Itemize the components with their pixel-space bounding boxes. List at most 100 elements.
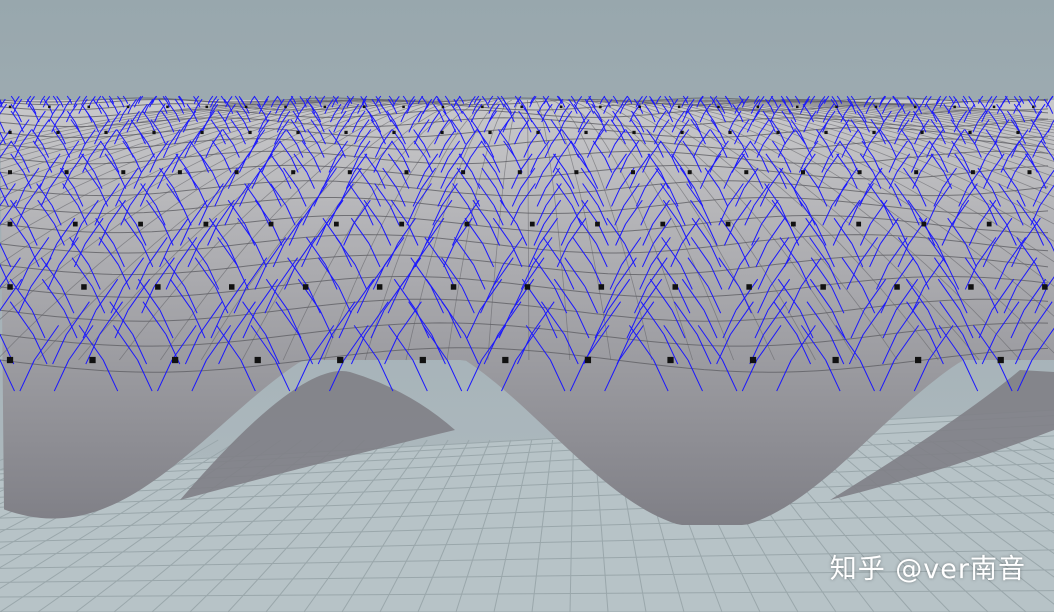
point-marker [152, 130, 156, 135]
point-marker [894, 284, 900, 290]
point-marker [177, 170, 182, 175]
point-marker [914, 105, 917, 109]
point-marker [450, 284, 457, 290]
point-marker [502, 356, 509, 364]
point-marker [968, 130, 972, 135]
point-marker [126, 105, 130, 109]
point-marker [717, 105, 720, 109]
point-marker [677, 105, 681, 109]
point-marker [631, 170, 635, 175]
point-marker [599, 105, 602, 109]
point-marker [244, 105, 248, 109]
point-marker [344, 130, 348, 135]
point-marker [725, 221, 731, 227]
point-marker [481, 105, 484, 109]
point-marker [801, 170, 805, 175]
point-marker [595, 221, 600, 227]
point-marker [536, 130, 540, 135]
point-marker [796, 105, 799, 109]
point-marker [728, 130, 732, 135]
point-marker [64, 170, 69, 175]
point-marker [200, 130, 204, 135]
point-marker [8, 105, 12, 109]
point-marker [791, 221, 796, 227]
point-marker [756, 105, 760, 109]
point-marker [234, 170, 239, 175]
point-marker [419, 356, 426, 364]
point-marker [598, 284, 605, 290]
point-marker [254, 356, 261, 364]
point-marker [680, 130, 684, 135]
point-marker [402, 105, 405, 109]
point-marker [87, 105, 90, 109]
point-marker [872, 130, 876, 135]
scene-canvas[interactable] [0, 0, 1054, 612]
point-marker [337, 356, 344, 364]
point-marker [268, 221, 274, 227]
point-marker [986, 221, 992, 227]
point-marker [687, 170, 692, 175]
point-marker [8, 170, 12, 175]
point-marker [392, 130, 396, 135]
point-marker [914, 170, 919, 175]
point-marker [915, 356, 922, 364]
point-marker [7, 284, 13, 290]
point-marker [667, 356, 674, 364]
point-marker [205, 105, 208, 109]
point-marker [464, 221, 470, 227]
point-marker [1016, 130, 1020, 135]
point-marker [334, 221, 339, 227]
point-marker [744, 170, 749, 175]
point-marker [203, 221, 209, 227]
point-marker [6, 356, 14, 364]
point-marker [529, 221, 535, 227]
point-marker [517, 170, 522, 175]
point-marker [1027, 170, 1032, 175]
point-marker [632, 130, 636, 135]
point-marker [970, 170, 975, 175]
point-marker [835, 105, 838, 109]
point-marker [399, 221, 405, 227]
point-marker [524, 284, 531, 290]
point-marker [820, 284, 826, 290]
point-marker [921, 221, 927, 227]
point-marker [104, 130, 108, 135]
point-marker [776, 130, 780, 135]
point-marker [323, 105, 327, 109]
point-marker [302, 284, 309, 290]
point-marker [874, 105, 878, 109]
point-marker [584, 356, 592, 364]
point-marker [376, 284, 383, 290]
point-marker [229, 284, 235, 290]
watermark-label: 知乎 @ver南音 [829, 554, 1026, 585]
point-marker [48, 105, 51, 109]
point-marker [832, 356, 839, 364]
point-marker [155, 284, 161, 290]
point-marker [56, 130, 60, 135]
point-marker [172, 356, 179, 364]
point-marker [8, 130, 12, 135]
point-marker [584, 130, 588, 135]
point-marker [461, 170, 466, 175]
point-marker [248, 130, 252, 135]
point-marker [363, 105, 366, 109]
point-marker [953, 105, 956, 109]
point-marker [746, 284, 752, 290]
3d-viewport[interactable]: 知乎 @ver南音 [0, 0, 1054, 612]
point-marker [856, 221, 862, 227]
point-marker [559, 105, 563, 109]
point-marker [1032, 105, 1035, 109]
point-marker [1042, 284, 1048, 290]
point-marker [7, 221, 13, 227]
point-marker [138, 221, 143, 227]
point-marker [89, 356, 96, 364]
point-marker [296, 130, 300, 135]
point-marker [824, 130, 828, 135]
point-marker [968, 284, 974, 290]
point-marker [749, 356, 757, 364]
point-marker [81, 284, 87, 290]
point-marker [992, 105, 996, 109]
point-marker [520, 105, 523, 109]
point-marker [857, 170, 862, 175]
point-marker [440, 130, 444, 135]
